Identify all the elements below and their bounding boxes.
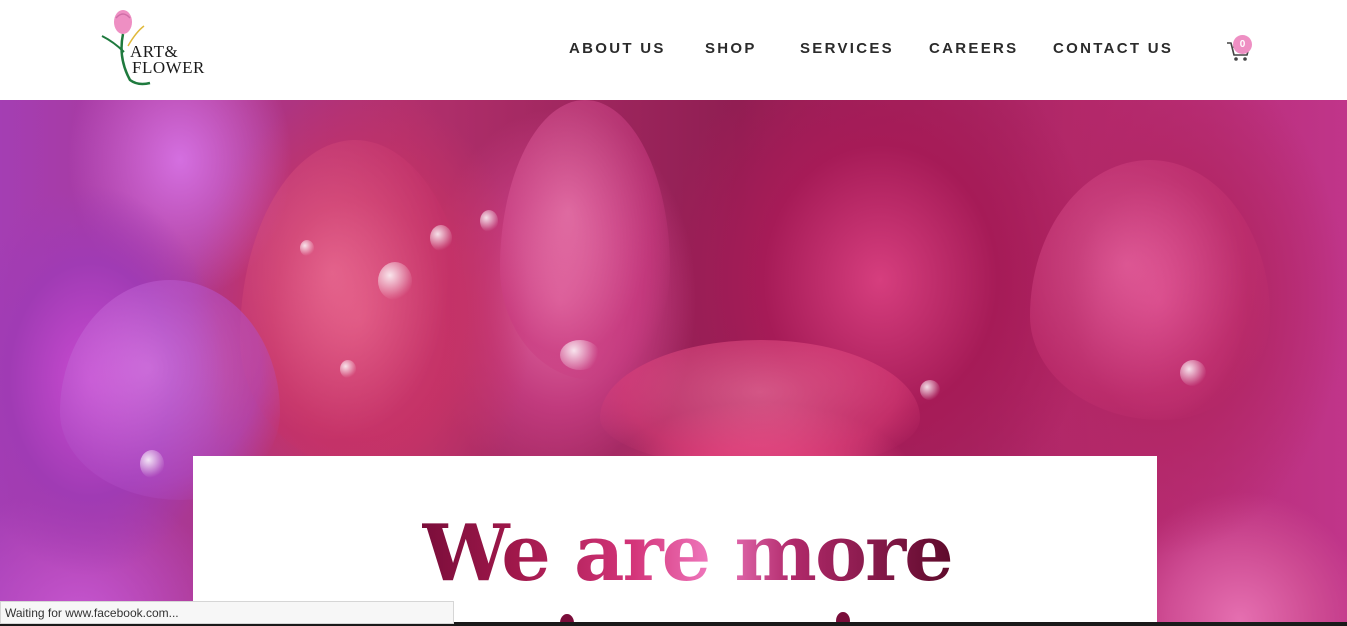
nav-careers[interactable]: CAREERS [929, 40, 1018, 57]
nav-about-us[interactable]: ABOUT US [569, 40, 666, 57]
logo-wordmark: ART& FLOWER [130, 43, 205, 77]
water-drop [300, 240, 314, 256]
brand-logo[interactable]: ART& FLOWER [100, 8, 210, 88]
water-drop [378, 262, 412, 300]
water-drop [340, 360, 356, 378]
water-drop [140, 450, 164, 478]
water-drop [560, 340, 600, 370]
hero-headline: We are more [422, 506, 954, 602]
water-drop [430, 225, 452, 251]
water-drop [1180, 360, 1206, 386]
nav-services[interactable]: SERVICES [800, 40, 894, 57]
nav-contact-us[interactable]: CONTACT US [1053, 40, 1173, 57]
browser-status-bar: Waiting for www.facebook.com... [0, 601, 454, 624]
site-header: ART& FLOWER ABOUT US SHOP SERVICES CAREE… [0, 0, 1347, 100]
logo-line2: FLOWER [132, 58, 205, 77]
cart-count-badge: 0 [1233, 35, 1252, 54]
water-drop [920, 380, 940, 400]
petal-shape [1030, 160, 1270, 420]
petal-shape [600, 340, 920, 470]
petal-shape [500, 100, 670, 380]
water-drop [480, 210, 498, 232]
nav-shop[interactable]: SHOP [705, 40, 757, 57]
hero-headline-second-line [536, 592, 866, 626]
